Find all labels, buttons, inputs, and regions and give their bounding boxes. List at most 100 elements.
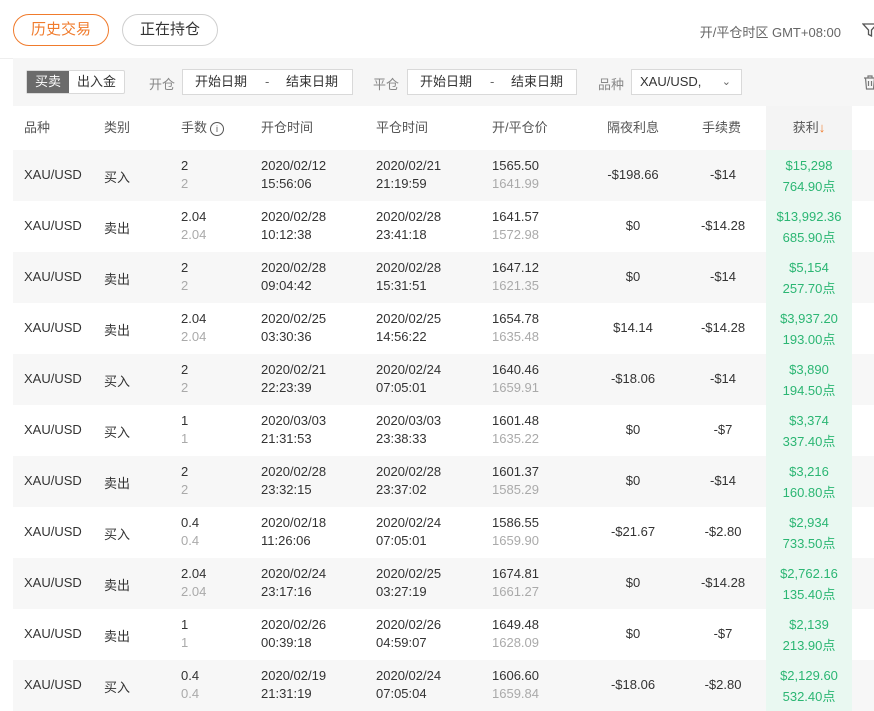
cell-close-date: 2020/02/24: [376, 668, 442, 683]
cell-type: 买入: [104, 425, 131, 440]
cell-lots-closed: 0.4: [181, 533, 200, 548]
col-lots-label: 手数: [181, 120, 208, 135]
cell-open-time: 23:17:16: [261, 584, 312, 599]
toggle-trade[interactable]: 买卖: [27, 71, 70, 93]
cell-open-time: 23:32:15: [261, 482, 312, 497]
cell-open-time: 11:26:06: [261, 533, 311, 548]
col-close-time: 平仓时间: [376, 120, 429, 135]
table-row: XAU/USD 卖出 2 2 2020/02/28 09:04:42 2020/02/28 1…: [13, 252, 874, 303]
col-profit-label: 获利: [792, 120, 819, 135]
symbol-select-value: XAU/USD,: [640, 74, 702, 89]
cell-open-price: 1641.57: [492, 209, 539, 224]
cell-symbol: XAU/USD: [24, 320, 82, 335]
cell-swap: -$21.67: [610, 524, 656, 539]
cell-open-price: 1601.37: [492, 464, 539, 479]
cell-lots-closed: 2.04: [181, 584, 207, 599]
cell-open-time: 21:31:53: [261, 431, 312, 446]
profit-amount: $2,129.60: [780, 668, 838, 683]
cell-fee: -$14: [709, 269, 737, 284]
table-row: XAU/USD 买入 0.4 0.4 2020/02/19 21:31:19 2020/02…: [13, 660, 874, 711]
cell-open-time: 03:30:36: [261, 329, 312, 344]
profit-points: 194.50点: [782, 383, 836, 398]
cell-open-date: 2020/02/19: [261, 668, 327, 683]
profit-amount: $3,890: [789, 362, 829, 377]
cell-open-price: 1565.50: [492, 158, 539, 173]
profit-points: 193.00点: [782, 332, 836, 347]
cell-close-price: 1621.35: [492, 278, 539, 293]
cell-profit: $13,992.36 685.90点: [766, 201, 852, 252]
profit-amount: $5,154: [789, 260, 829, 275]
cell-close-time: 07:05:01: [376, 380, 427, 395]
cell-type: 卖出: [104, 272, 131, 287]
cell-open-price: 1674.81: [492, 566, 539, 581]
filter-icon[interactable]: [862, 23, 874, 37]
trade-type-toggle: 买卖 出入金: [26, 70, 126, 94]
cell-open-price: 1647.12: [492, 260, 539, 275]
cell-close-date: 2020/02/26: [376, 617, 442, 632]
profit-points: 733.50点: [782, 536, 836, 551]
profit-amount: $2,934: [789, 515, 829, 530]
col-profit[interactable]: 获利↓: [766, 106, 852, 150]
cell-profit: $2,762.16 135.40点: [766, 558, 852, 609]
cell-swap: -$198.66: [607, 167, 659, 182]
cell-profit: $3,374 337.40点: [766, 405, 852, 456]
cell-type: 卖出: [104, 476, 131, 491]
cell-close-date: 2020/02/24: [376, 515, 442, 530]
close-date-range[interactable]: 开始日期 - 结束日期: [407, 69, 577, 95]
cell-swap: -$18.06: [610, 371, 656, 386]
cell-type: 卖出: [104, 578, 131, 593]
info-icon[interactable]: i: [210, 121, 225, 136]
profit-amount: $15,298: [785, 158, 833, 173]
open-date-range[interactable]: 开始日期 - 结束日期: [182, 69, 353, 95]
close-start-date[interactable]: 开始日期: [420, 70, 472, 94]
close-end-date[interactable]: 结束日期: [511, 70, 563, 94]
open-start-date[interactable]: 开始日期: [195, 70, 247, 94]
cell-close-time: 07:05:04: [376, 686, 427, 701]
profit-points: 337.40点: [782, 434, 836, 449]
col-swap: 隔夜利息: [607, 120, 660, 135]
cell-close-date: 2020/02/25: [376, 311, 442, 326]
cell-profit: $2,139 213.90点: [766, 609, 852, 660]
cell-fee: -$7: [713, 422, 733, 437]
cell-swap: $14.14: [613, 320, 653, 335]
cell-open-time: 22:23:39: [261, 380, 312, 395]
cell-close-date: 2020/02/21: [376, 158, 442, 173]
cell-open-time: 15:56:06: [261, 176, 312, 191]
profit-amount: $3,374: [789, 413, 829, 428]
cell-open-date: 2020/03/03: [261, 413, 327, 428]
cell-symbol: XAU/USD: [24, 524, 82, 539]
cell-open-date: 2020/02/28: [261, 209, 327, 224]
cell-lots-closed: 2.04: [181, 227, 207, 242]
tab-positions[interactable]: 正在持仓: [122, 14, 218, 46]
cell-symbol: XAU/USD: [24, 167, 82, 182]
table-row: XAU/USD 卖出 2.04 2.04 2020/02/25 03:30:36 2020/…: [13, 303, 874, 354]
trash-icon[interactable]: [862, 74, 874, 90]
cell-lots-closed: 1: [181, 431, 189, 446]
cell-swap: -$18.06: [610, 677, 656, 692]
close-filter-label: 平仓: [373, 77, 400, 92]
cell-lots: 0.4: [181, 515, 200, 530]
chevron-down-icon: ⌄: [721, 76, 731, 88]
symbol-select[interactable]: XAU/USD, ⌄: [631, 69, 742, 95]
cell-symbol: XAU/USD: [24, 218, 82, 233]
profit-amount: $2,139: [789, 617, 829, 632]
profit-points: 257.70点: [782, 281, 836, 296]
cell-symbol: XAU/USD: [24, 371, 82, 386]
cell-lots: 2.04: [181, 311, 207, 326]
cell-open-price: 1649.48: [492, 617, 539, 632]
profit-amount: $3,937.20: [780, 311, 838, 326]
cell-symbol: XAU/USD: [24, 575, 82, 590]
toggle-funds[interactable]: 出入金: [69, 71, 124, 93]
tab-history[interactable]: 历史交易: [13, 14, 109, 46]
cell-lots: 2.04: [181, 209, 207, 224]
table-row: XAU/USD 卖出 2.04 2.04 2020/02/24 23:17:16 2020/…: [13, 558, 874, 609]
cell-type: 卖出: [104, 323, 131, 338]
cell-fee: -$7: [713, 626, 733, 641]
cell-fee: -$14.28: [700, 218, 746, 233]
cell-fee: -$14.28: [700, 320, 746, 335]
cell-swap: $0: [625, 218, 641, 233]
cell-open-date: 2020/02/26: [261, 617, 327, 632]
cell-profit: $3,890 194.50点: [766, 354, 852, 405]
open-end-date[interactable]: 结束日期: [286, 70, 338, 94]
profit-points: 764.90点: [782, 179, 836, 194]
